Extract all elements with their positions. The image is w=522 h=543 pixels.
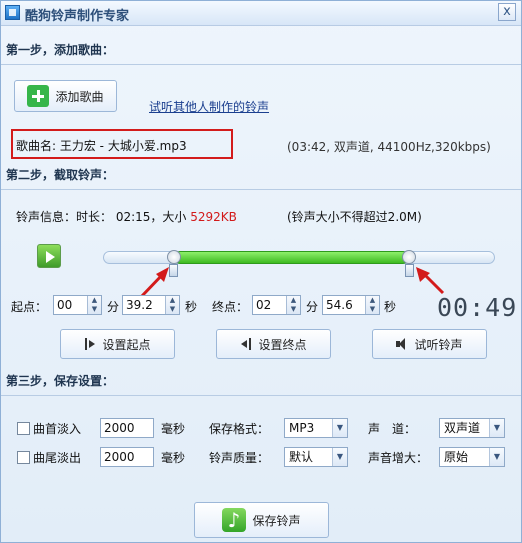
set-end-label: 设置终点 — [258, 337, 307, 352]
divider — [1, 395, 521, 396]
preview-others-link[interactable]: 试听其他人制作的铃声 — [149, 98, 269, 115]
quality-label: 铃声质量： — [209, 451, 270, 465]
close-button[interactable]: x — [498, 3, 516, 21]
chevron-down-icon[interactable]: ▼ — [489, 419, 504, 437]
volume-label: 声音增大： — [368, 451, 429, 465]
fade-in-input[interactable]: 2000 — [100, 418, 154, 438]
set-start-button[interactable]: 设置起点 — [60, 329, 175, 359]
volume-value: 原始 — [444, 450, 469, 464]
ringtone-info: 铃声信息：时长： 02:15，大小 5292KB — [16, 208, 237, 225]
start-second-stepper[interactable]: 39.2 ▲ ▼ — [122, 295, 180, 315]
format-label: 保存格式： — [209, 422, 270, 436]
format-select[interactable]: MP3 ▼ — [284, 418, 348, 438]
selected-range — [173, 251, 409, 264]
set-end-button[interactable]: 设置终点 — [216, 329, 331, 359]
start-minute-value: 00 — [57, 298, 73, 312]
fade-out-label: 曲尾淡出 — [33, 451, 82, 465]
play-button[interactable] — [37, 244, 61, 268]
quality-select[interactable]: 默认 ▼ — [284, 447, 348, 467]
spin-arrows-icon[interactable]: ▲ ▼ — [87, 296, 101, 314]
ringtone-size: 5292KB — [190, 210, 237, 224]
fade-in-label: 曲首淡入 — [33, 422, 82, 436]
fade-in-unit: 毫秒 — [161, 422, 186, 436]
start-handle[interactable] — [166, 250, 181, 264]
chevron-down-icon[interactable]: ▼ — [332, 448, 347, 466]
set-start-icon — [84, 337, 96, 351]
plus-icon — [27, 85, 50, 107]
start-label: 起点： — [11, 300, 48, 314]
second-unit: 秒 — [384, 300, 397, 314]
save-ringtone-button[interactable]: 保存铃声 — [194, 502, 329, 538]
duration-display: 00:49 — [437, 293, 518, 322]
window-title: 酷狗铃声制作专家 — [25, 9, 130, 24]
end-minute-stepper[interactable]: 02 ▲ ▼ — [252, 295, 301, 315]
step3-title: 第三步，保存设置： — [6, 374, 115, 388]
save-ringtone-label: 保存铃声 — [252, 513, 301, 528]
chevron-down-icon[interactable]: ▼ — [332, 419, 347, 437]
end-handle[interactable] — [401, 250, 416, 264]
add-song-label: 添加歌曲 — [55, 89, 104, 104]
format-value: MP3 — [289, 421, 315, 435]
channel-select[interactable]: 双声道 ▼ — [439, 418, 505, 438]
song-meta: (03:42, 双声道, 44100Hz,320kbps) — [287, 140, 491, 154]
fade-out-checkbox[interactable] — [17, 451, 30, 464]
start-minute-stepper[interactable]: 00 ▲ ▼ — [53, 295, 102, 315]
spin-arrows-icon[interactable]: ▲ ▼ — [165, 296, 179, 314]
end-second-stepper[interactable]: 54.6 ▲ ▼ — [322, 295, 380, 315]
spin-arrows-icon[interactable]: ▲ ▼ — [286, 296, 300, 314]
fade-in-value: 2000 — [104, 421, 135, 435]
add-song-button[interactable]: 添加歌曲 — [14, 80, 117, 112]
ringtone-info-prefix: 铃声信息：时长： 02:15，大小 — [16, 210, 187, 224]
speaker-icon — [396, 337, 408, 351]
spin-arrows-icon[interactable]: ▲ ▼ — [365, 296, 379, 314]
second-unit: 秒 — [185, 300, 198, 314]
preview-ringtone-label: 试听铃声 — [414, 337, 463, 352]
set-start-label: 设置起点 — [102, 337, 151, 352]
app-window: 酷狗铃声制作专家 x 第一步，添加歌曲： 添加歌曲 试听其他人制作的铃声 歌曲名… — [0, 0, 522, 543]
step1-title: 第一步，添加歌曲： — [6, 43, 115, 57]
fade-out-value: 2000 — [104, 450, 135, 464]
end-second-value: 54.6 — [326, 298, 353, 312]
fade-in-checkbox[interactable] — [17, 422, 30, 435]
set-end-icon — [240, 337, 252, 351]
music-note-icon — [222, 508, 247, 532]
ringtone-size-note: (铃声大小不得超过2.0M) — [287, 210, 422, 224]
preview-ringtone-button[interactable]: 试听铃声 — [372, 329, 487, 359]
channel-value: 双声道 — [444, 421, 481, 435]
fade-out-input[interactable]: 2000 — [100, 447, 154, 467]
title-bar: 酷狗铃声制作专家 x — [1, 1, 521, 26]
song-name: 歌曲名: 王力宏 - 大城小爱.mp3 — [16, 139, 187, 153]
quality-value: 默认 — [289, 450, 314, 464]
channel-label: 声 道： — [368, 422, 417, 436]
fade-out-unit: 毫秒 — [161, 451, 186, 465]
minute-unit: 分 — [107, 300, 120, 314]
end-label: 终点： — [212, 300, 249, 314]
step2-title: 第二步，截取铃声： — [6, 168, 115, 182]
divider — [1, 64, 521, 65]
minute-unit: 分 — [306, 300, 319, 314]
app-icon — [5, 5, 20, 20]
end-minute-value: 02 — [256, 298, 272, 312]
start-second-value: 39.2 — [126, 298, 153, 312]
divider — [1, 189, 521, 190]
volume-select[interactable]: 原始 ▼ — [439, 447, 505, 467]
chevron-down-icon[interactable]: ▼ — [489, 448, 504, 466]
